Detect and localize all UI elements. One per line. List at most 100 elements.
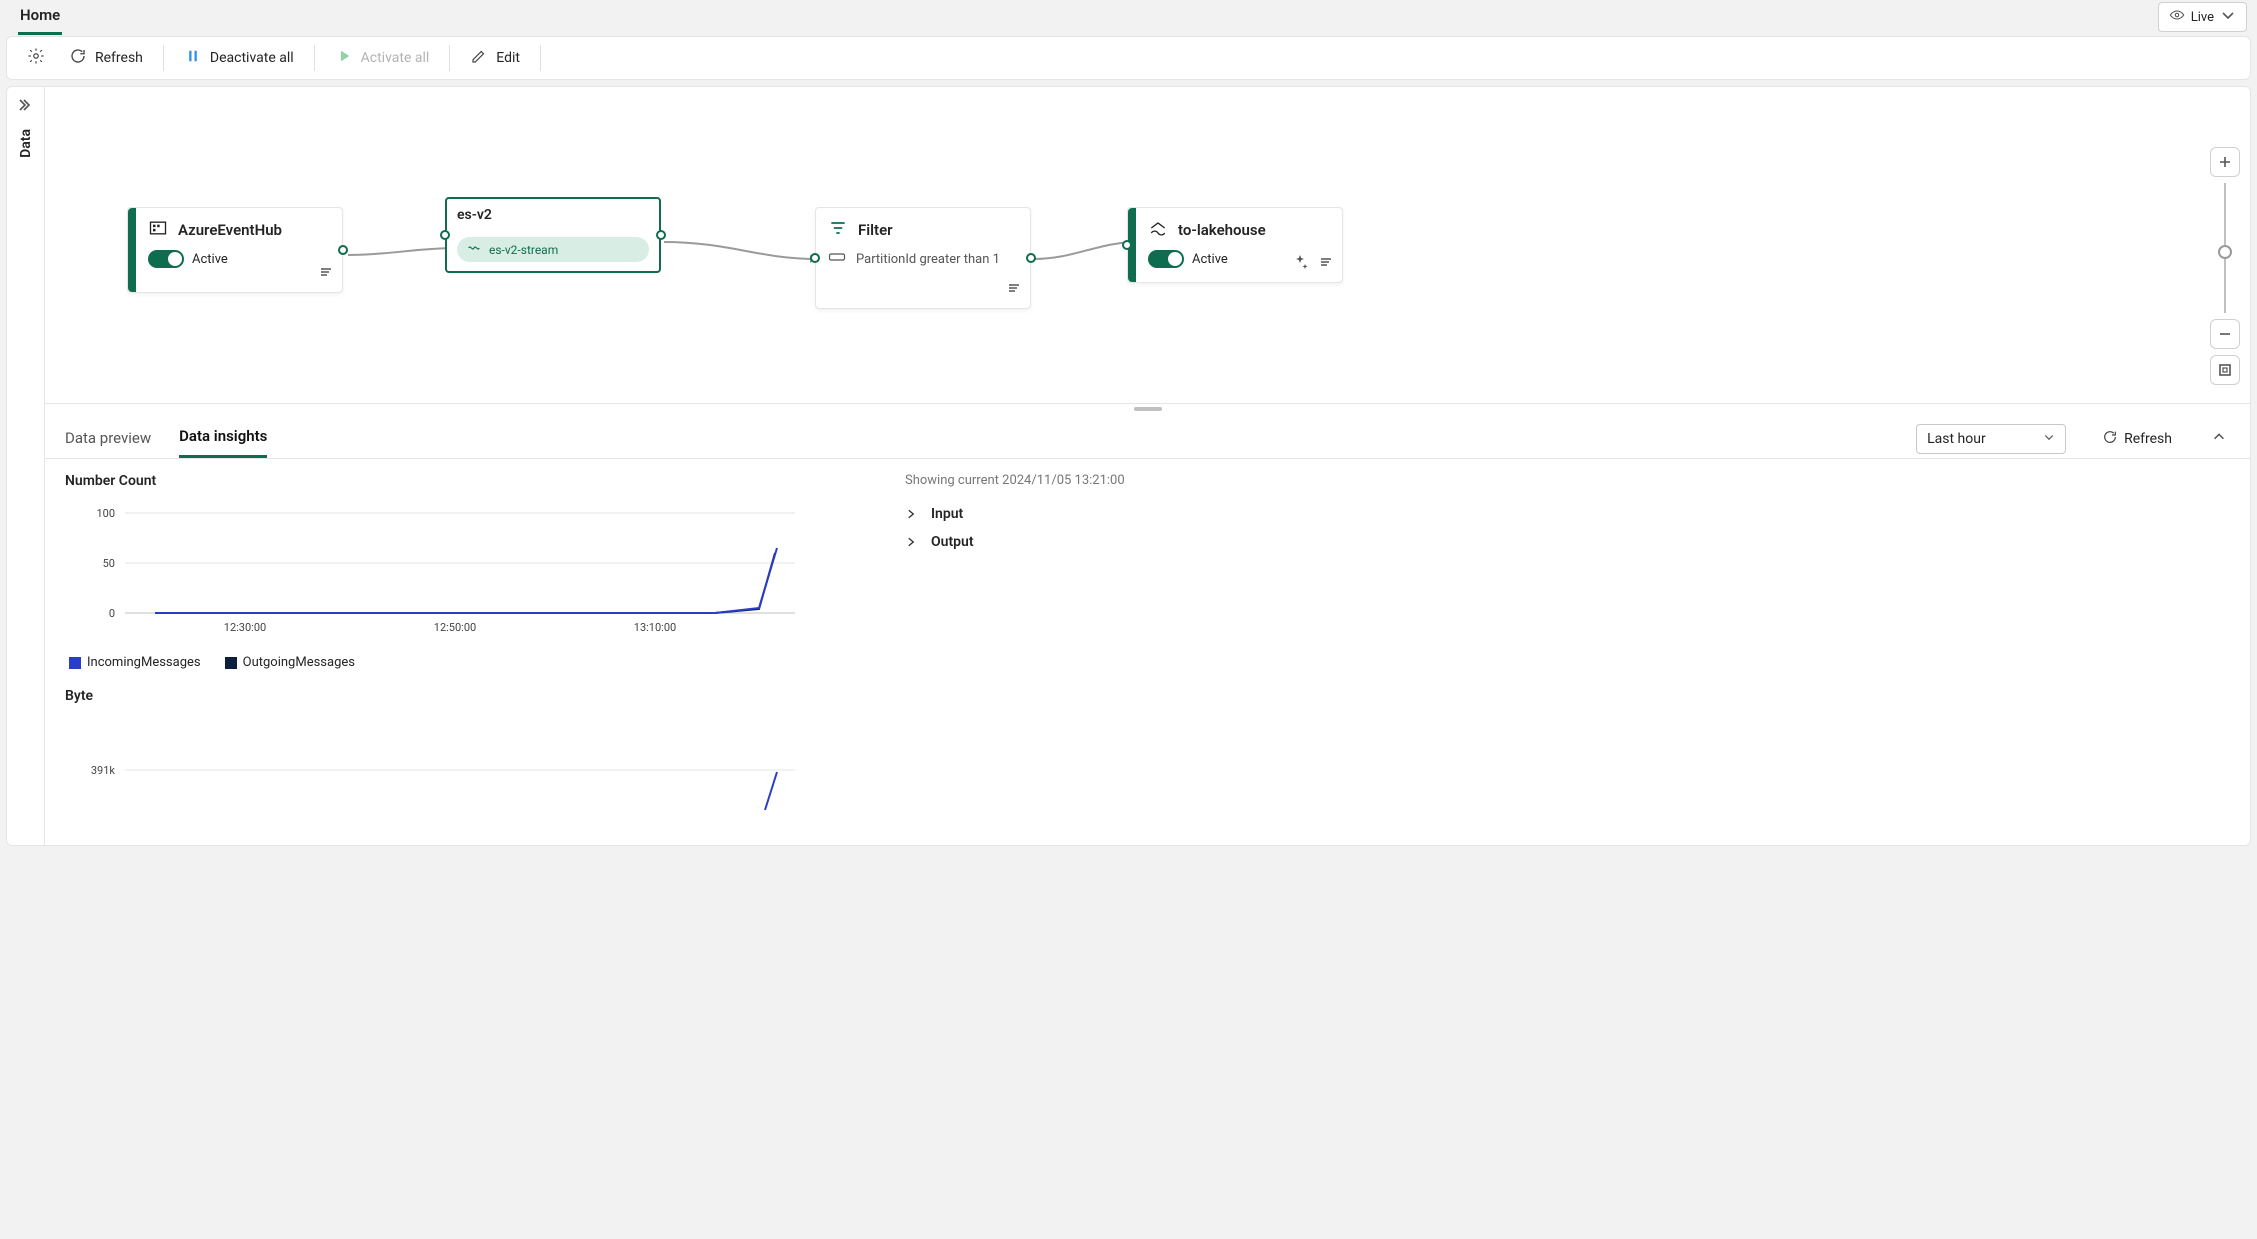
timestamp-label: Showing current 2024/11/05 13:21:00 <box>905 473 1125 488</box>
chevron-right-icon <box>905 536 917 548</box>
play-icon <box>335 47 353 69</box>
insights-refresh-button[interactable]: Refresh <box>2094 429 2180 449</box>
node-menu-button[interactable] <box>1006 280 1022 300</box>
svg-text:50: 50 <box>103 557 115 570</box>
node-stream[interactable]: es-v2 es-v2-stream <box>445 197 661 273</box>
tab-home[interactable]: Home <box>18 0 62 35</box>
disclosure-input-label: Input <box>931 506 963 522</box>
workspace: Data <box>6 86 2251 846</box>
node-sink[interactable]: to-lakehouse Active <box>1127 207 1343 283</box>
splitter[interactable] <box>45 403 2250 413</box>
svg-text:100: 100 <box>96 507 115 520</box>
port-out[interactable] <box>1026 253 1036 263</box>
node-menu-button[interactable] <box>1318 254 1334 274</box>
activate-all-label: Activate all <box>361 50 430 66</box>
collapse-panel-button[interactable] <box>2208 430 2230 448</box>
toggle-active[interactable] <box>1148 250 1184 268</box>
edit-icon <box>470 47 488 69</box>
toggle-active[interactable] <box>148 250 184 268</box>
zoom-in-button[interactable] <box>2210 147 2240 177</box>
chart1-title: Number Count <box>65 473 825 489</box>
time-range-label: Last hour <box>1927 431 1986 447</box>
activate-all-button: Activate all <box>325 41 440 75</box>
time-range-dropdown[interactable]: Last hour <box>1916 424 2066 454</box>
insights-refresh-label: Refresh <box>2124 431 2172 447</box>
edit-button[interactable]: Edit <box>460 41 530 75</box>
node-sink-status: Active <box>1192 252 1228 267</box>
port-in[interactable] <box>440 230 450 240</box>
svg-text:391k: 391k <box>91 764 116 777</box>
eventhub-icon <box>148 218 168 242</box>
refresh-icon <box>2102 429 2118 449</box>
svg-text:12:30:00: 12:30:00 <box>224 621 266 634</box>
rail-label-data[interactable]: Data <box>18 129 34 158</box>
toolbar: Refresh Deactivate all Activate all Edit <box>6 36 2251 80</box>
port-out[interactable] <box>338 245 348 255</box>
svg-text:0: 0 <box>109 607 115 620</box>
tab-bar: Home Live <box>0 0 2257 34</box>
svg-text:13:10:00: 13:10:00 <box>634 621 676 634</box>
chart2: 391k <box>65 710 805 845</box>
splitter-grip <box>1134 407 1162 411</box>
bottom-tabs: Data preview Data insights Last hour Ref… <box>45 413 2250 459</box>
separator <box>163 45 164 71</box>
zoom-thumb[interactable] <box>2218 245 2232 259</box>
deactivate-all-button[interactable]: Deactivate all <box>174 41 304 75</box>
settings-button[interactable] <box>21 41 51 75</box>
edit-label: Edit <box>496 50 520 66</box>
eye-icon <box>2169 7 2185 27</box>
insight-side-info: Showing current 2024/11/05 13:21:00 Inpu… <box>905 473 1125 845</box>
tab-data-preview[interactable]: Data preview <box>65 421 151 457</box>
zoom-control <box>2210 147 2240 385</box>
chevron-down-icon <box>2043 431 2055 447</box>
node-source-status: Active <box>192 252 228 267</box>
port-in[interactable] <box>810 253 820 263</box>
bottom-panel: Data preview Data insights Last hour Ref… <box>45 413 2250 845</box>
canvas-and-bottom: AzureEventHub Active es-v2 <box>45 87 2250 845</box>
stream-icon <box>467 241 481 258</box>
filter-icon <box>828 218 848 242</box>
fit-to-screen-button[interactable] <box>2210 355 2240 385</box>
tab-data-insights[interactable]: Data insights <box>179 419 267 458</box>
node-source-title: AzureEventHub <box>178 221 282 239</box>
chevron-down-icon <box>2220 7 2236 27</box>
chart2-title: Byte <box>65 688 825 704</box>
port-in[interactable] <box>1122 240 1132 250</box>
node-stream-title: es-v2 <box>457 207 649 223</box>
node-sparkle-button[interactable] <box>1292 254 1308 274</box>
node-filter[interactable]: Filter PartitionId greater than 1 <box>815 207 1031 309</box>
legend-item: OutgoingMessages <box>243 655 355 670</box>
deactivate-all-label: Deactivate all <box>210 50 294 66</box>
node-menu-button[interactable] <box>318 264 334 284</box>
flow-canvas[interactable]: AzureEventHub Active es-v2 <box>45 87 2250 403</box>
stream-capsule[interactable]: es-v2-stream <box>457 237 649 262</box>
zoom-slider[interactable] <box>2224 183 2226 313</box>
node-source[interactable]: AzureEventHub Active <box>127 207 343 293</box>
chart1: 100 50 0 12:30:00 12:50:00 13:10:00 <box>65 495 805 645</box>
zoom-out-button[interactable] <box>2210 319 2240 349</box>
separator <box>314 45 315 71</box>
disclosure-input[interactable]: Input <box>905 500 1125 528</box>
disclosure-output[interactable]: Output <box>905 528 1125 556</box>
edge <box>659 237 829 267</box>
lakehouse-icon <box>1148 218 1168 242</box>
expand-rail-button[interactable] <box>18 97 34 117</box>
chart1-legend: IncomingMessages OutgoingMessages <box>69 655 825 670</box>
chevron-right-icon <box>905 508 917 520</box>
node-accent-bar <box>128 208 136 292</box>
port-out[interactable] <box>656 230 666 240</box>
live-label: Live <box>2191 10 2214 25</box>
svg-text:12:50:00: 12:50:00 <box>434 621 476 634</box>
stream-capsule-label: es-v2-stream <box>489 243 558 257</box>
legend-item: IncomingMessages <box>87 655 201 670</box>
separator <box>449 45 450 71</box>
pause-icon <box>184 47 202 69</box>
disclosure-output-label: Output <box>931 534 974 550</box>
side-rail: Data <box>7 87 45 845</box>
refresh-button[interactable]: Refresh <box>59 41 153 75</box>
live-mode-dropdown[interactable]: Live <box>2158 2 2247 32</box>
node-filter-condition: PartitionId greater than 1 <box>856 252 1000 267</box>
node-sink-title: to-lakehouse <box>1178 221 1266 239</box>
condition-icon <box>828 250 846 268</box>
refresh-label: Refresh <box>95 50 143 66</box>
